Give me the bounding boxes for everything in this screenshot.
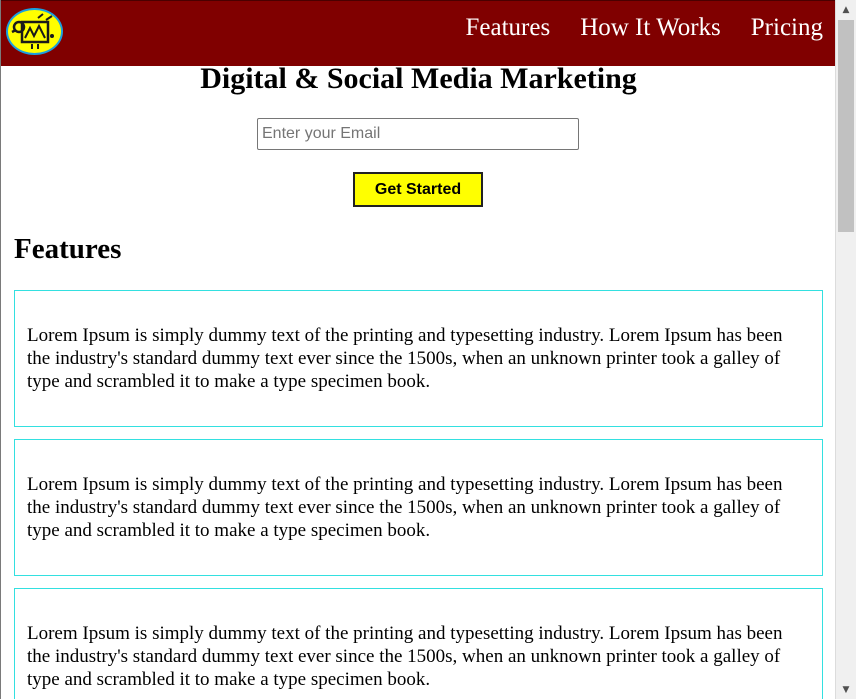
feature-card: Lorem Ipsum is simply dummy text of the … — [14, 290, 823, 427]
nav-links: Features How It Works Pricing — [466, 13, 824, 43]
scroll-down-arrow-icon[interactable]: ▼ — [836, 681, 856, 698]
feature-card-text: Lorem Ipsum is simply dummy text of the … — [27, 623, 783, 690]
feature-card-text: Lorem Ipsum is simply dummy text of the … — [27, 474, 783, 541]
nav-link-features[interactable]: Features — [466, 13, 551, 43]
feature-card: Lorem Ipsum is simply dummy text of the … — [14, 439, 823, 576]
page-viewport: Features How It Works Pricing Digital & … — [0, 0, 835, 699]
feature-card: Lorem Ipsum is simply dummy text of the … — [14, 588, 823, 699]
email-input[interactable] — [257, 118, 579, 150]
features-section-title: Features — [14, 233, 122, 265]
nav-link-pricing[interactable]: Pricing — [751, 13, 823, 43]
logo-icon[interactable] — [6, 8, 63, 55]
get-started-button[interactable]: Get Started — [353, 172, 483, 207]
hero-title: Digital & Social Media Marketing — [200, 62, 637, 95]
navbar: Features How It Works Pricing — [1, 0, 835, 66]
scroll-up-arrow-icon[interactable]: ▲ — [836, 1, 856, 18]
scroll-thumb[interactable] — [838, 20, 854, 232]
feature-card-text: Lorem Ipsum is simply dummy text of the … — [27, 325, 783, 392]
vertical-scrollbar[interactable]: ▲ ▼ — [835, 0, 856, 699]
nav-link-how-it-works[interactable]: How It Works — [580, 13, 721, 43]
